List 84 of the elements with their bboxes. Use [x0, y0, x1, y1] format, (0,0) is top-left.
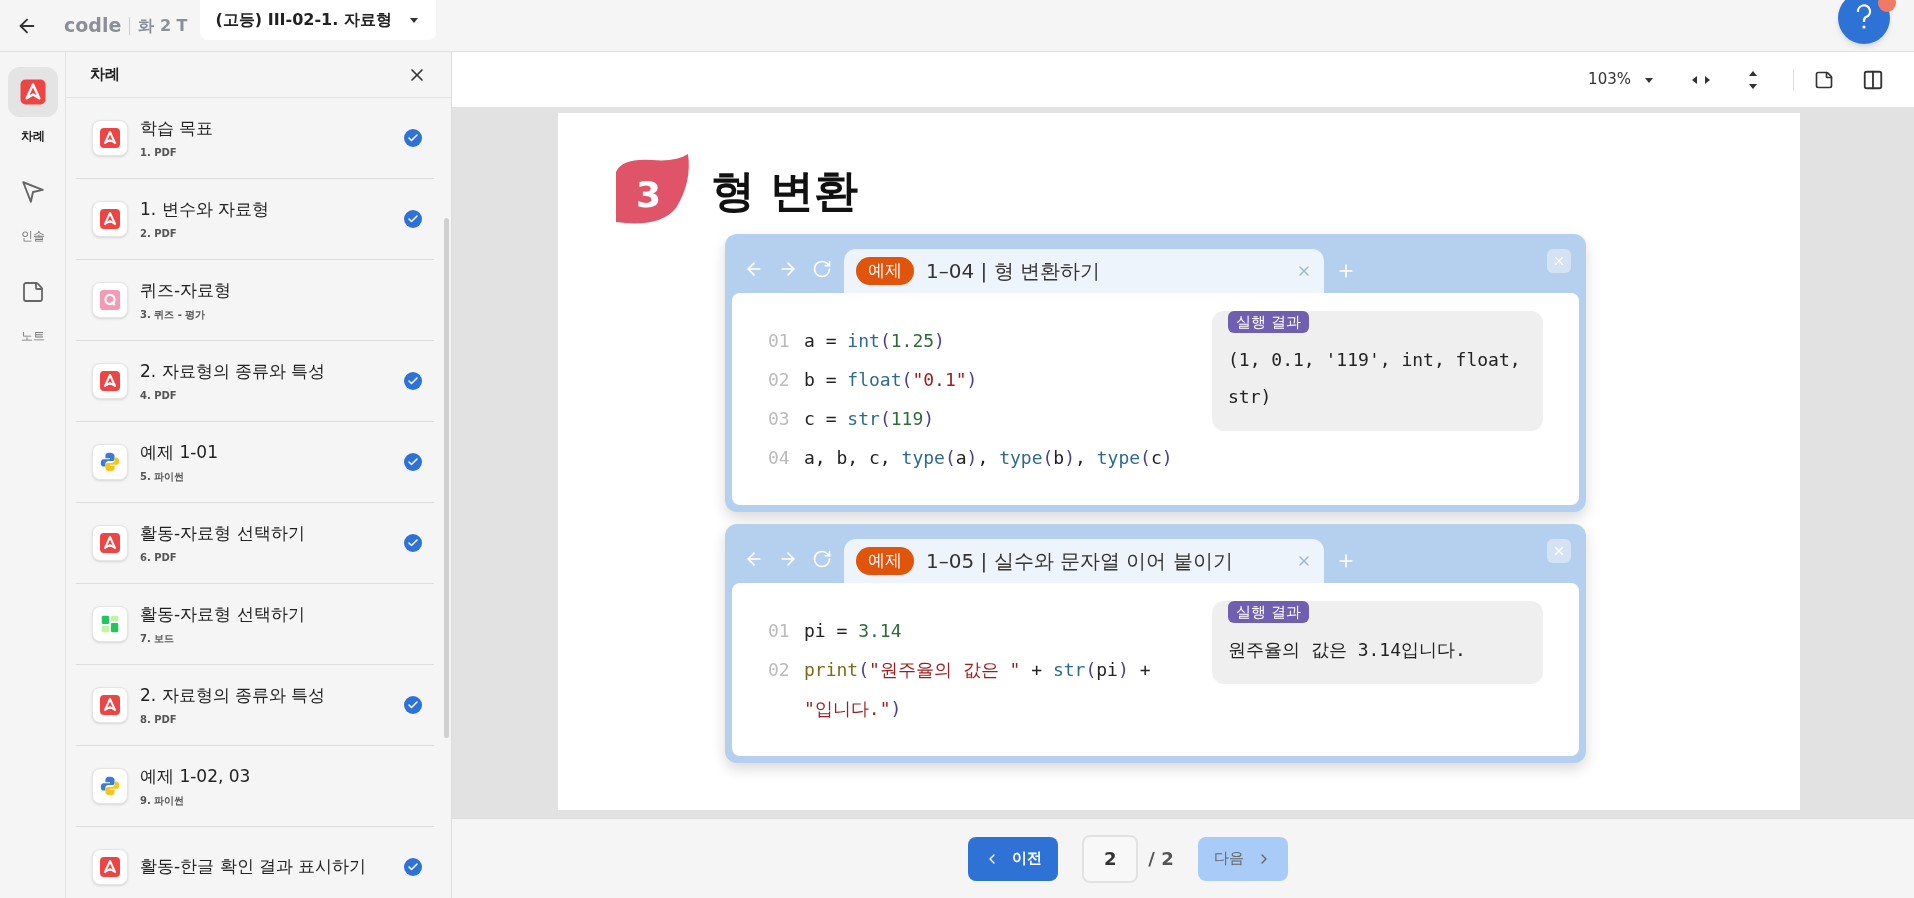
- sticky-note-icon[interactable]: [1814, 69, 1834, 90]
- pdf-icon: [98, 207, 122, 231]
- line-number: 03: [768, 407, 791, 431]
- page-number-field[interactable]: 2: [1082, 834, 1139, 883]
- pdf-icon: [98, 531, 122, 555]
- example-tag: 예제: [856, 547, 914, 575]
- item-subtitle: 5. 파이썬: [140, 470, 186, 485]
- quiz-icon: [99, 289, 121, 311]
- item-subtitle: 2. PDF: [140, 227, 178, 242]
- result-label: 실행 결과: [1228, 311, 1309, 333]
- tab-title: 1–04 | 형 변환하기: [926, 258, 1101, 285]
- code-line: c = str(119): [804, 407, 935, 431]
- line-number: 04: [768, 446, 791, 470]
- lesson-dropdown[interactable]: (고등) III-02-1. 자료형: [199, 0, 436, 40]
- toc-item[interactable]: 활동-자료형 선택하기 6. PDF: [76, 503, 434, 584]
- item-title: 활동-한글 확인 결과 표시하기: [140, 855, 368, 879]
- close-icon: [1552, 544, 1566, 558]
- result-text: 원주율의 값은 3.14입니다.: [1228, 638, 1467, 662]
- window-close-button[interactable]: [1547, 539, 1571, 563]
- code-line: a, b, c, type(a), type(b), type(c): [804, 446, 1173, 470]
- close-icon: [1552, 254, 1566, 268]
- window-close-button[interactable]: [1547, 249, 1571, 273]
- pdf-icon: [98, 693, 122, 717]
- pdf-icon: [98, 369, 122, 393]
- line-number: 01: [768, 329, 791, 353]
- item-title: 2. 자료형의 종류와 특성: [140, 683, 327, 707]
- pdf-icon: [98, 126, 122, 150]
- python-logo-icon: [99, 775, 121, 797]
- pdf-icon: [98, 855, 122, 879]
- zoom-dropdown[interactable]: 103%: [1588, 68, 1655, 91]
- item-title: 학습 목표: [140, 116, 215, 140]
- result-label: 실행 결과: [1228, 601, 1309, 623]
- item-subtitle: 6. PDF: [140, 551, 178, 566]
- toc-item[interactable]: 활동-한글 확인 결과 표시하기: [76, 827, 434, 898]
- toc-item[interactable]: 예제 1-02, 03 9. 파이썬: [76, 746, 434, 827]
- section-number: 3: [636, 173, 662, 217]
- toc-item[interactable]: 예제 1-01 5. 파이썬: [76, 422, 434, 503]
- code-line: a = int(1.25): [804, 329, 945, 353]
- item-title: 예제 1-01: [140, 440, 219, 464]
- page-total: / 2: [1148, 847, 1174, 871]
- line-number: 01: [768, 619, 791, 643]
- item-subtitle: 8. PDF: [140, 713, 178, 728]
- result-text: (1, 0.1, '119', int, float, str): [1228, 348, 1522, 409]
- toc-item[interactable]: 2. 자료형의 종류와 특성 8. PDF: [76, 665, 434, 746]
- browser-tab[interactable]: 예제 1–05 | 실수와 문자열 이어 붙이기: [844, 539, 1324, 583]
- code-line: b = float("0.1"): [804, 368, 978, 392]
- rail-tab[interactable]: 노트: [7, 267, 58, 345]
- rail-tab[interactable]: 인솔: [7, 167, 58, 245]
- previous-button[interactable]: 이전: [968, 836, 1059, 881]
- toc-item[interactable]: 활동-자료형 선택하기 7. 보드: [76, 584, 434, 665]
- line-number: 02: [768, 368, 791, 392]
- item-title: 활동-자료형 선택하기: [140, 521, 306, 545]
- item-title: 예제 1-02, 03: [140, 764, 252, 788]
- toc-item[interactable]: 퀴즈-자료형 3. 퀴즈 - 평가: [76, 260, 434, 341]
- panel-layout-icon[interactable]: [1862, 68, 1884, 91]
- item-title: 활동-자료형 선택하기: [140, 602, 306, 626]
- panel-title: 차례: [90, 64, 120, 86]
- code-line: pi = 3.14: [804, 619, 902, 643]
- item-subtitle: 4. PDF: [140, 389, 178, 404]
- pointer-arrow-icon: [19, 179, 46, 205]
- item-subtitle: 7. 보드: [140, 632, 176, 647]
- pdf-icon: [17, 77, 48, 107]
- python-logo-icon: [99, 451, 121, 473]
- class-name: 화 2 T: [138, 14, 188, 37]
- example-tag: 예제: [856, 257, 914, 285]
- section-heading: 형 변환: [711, 164, 859, 218]
- reload-icon[interactable]: [812, 259, 832, 279]
- toc-item[interactable]: 2. 자료형의 종류와 특성 4. PDF: [76, 341, 434, 422]
- toc-item[interactable]: 1. 변수와 자료형 2. PDF: [76, 179, 434, 260]
- item-subtitle: 9. 파이썬: [140, 794, 186, 809]
- item-title: 1. 변수와 자료형: [140, 197, 271, 221]
- item-subtitle: 1. PDF: [140, 146, 178, 161]
- code-line: print("원주율의 값은 " + str(pi) +: [804, 658, 1151, 682]
- item-title: 2. 자료형의 종류와 특성: [140, 359, 327, 383]
- tab-title: 1–05 | 실수와 문자열 이어 붙이기: [926, 548, 1234, 575]
- item-title: 퀴즈-자료형: [140, 278, 233, 302]
- toc-item[interactable]: 학습 목표 1. PDF: [76, 98, 434, 179]
- code-line: "입니다."): [804, 697, 902, 721]
- sticky-note-icon: [20, 280, 45, 304]
- reload-icon[interactable]: [812, 549, 832, 569]
- line-number: 02: [768, 658, 791, 682]
- board-icon: [99, 613, 121, 635]
- item-subtitle: 3. 퀴즈 - 평가: [140, 308, 207, 323]
- browser-tab[interactable]: 예제 1–04 | 형 변환하기: [844, 249, 1324, 293]
